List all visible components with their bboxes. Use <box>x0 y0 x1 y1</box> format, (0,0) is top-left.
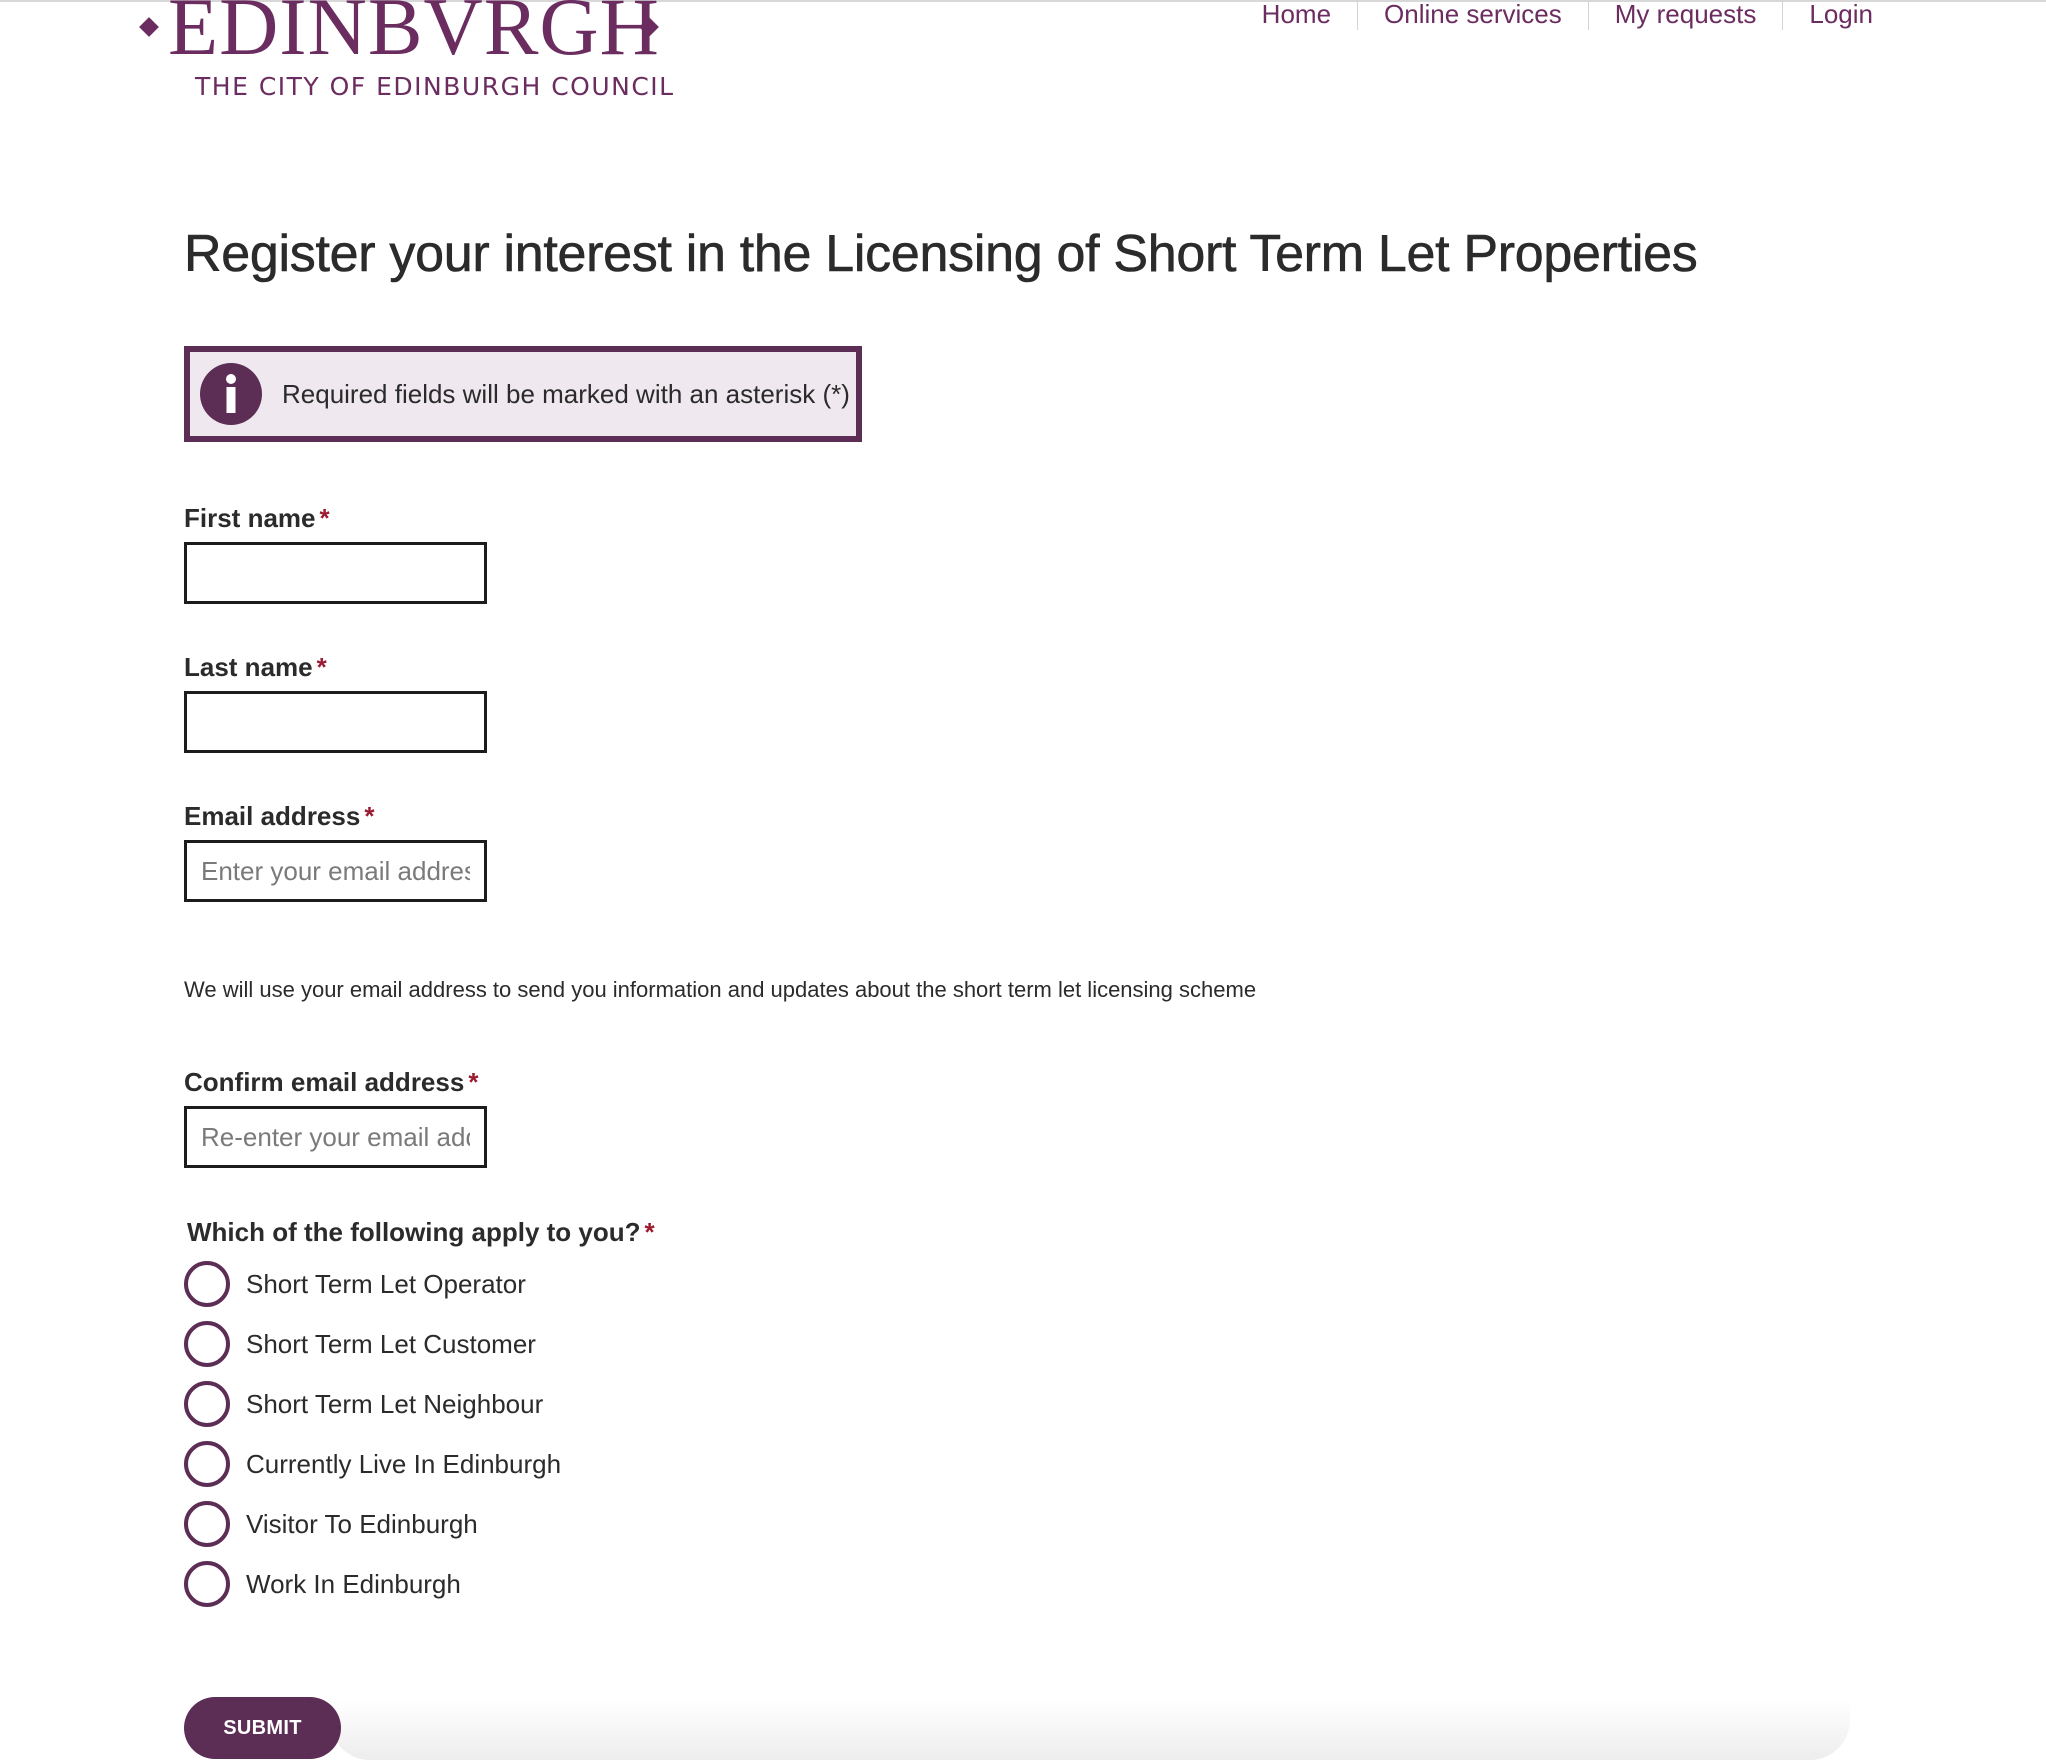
radio-label: Short Term Let Neighbour <box>246 1388 544 1419</box>
radio-option-neighbour[interactable]: Short Term Let Neighbour <box>184 1381 543 1427</box>
logo-council-name: THE CITY OF EDINBURGH COUNCIL <box>195 72 675 101</box>
info-icon <box>200 363 262 425</box>
first-name-label-text: First name <box>184 503 316 533</box>
logo-wordmark: EDINBVRGH <box>168 0 660 72</box>
radio-label: Visitor To Edinburgh <box>246 1508 478 1539</box>
nav-my-requests-link[interactable]: My requests <box>1587 0 1783 30</box>
council-logo[interactable]: EDINBVRGH THE CITY OF EDINBURGH COUNCIL <box>138 0 673 110</box>
submit-button[interactable]: SUBMIT <box>184 1697 341 1759</box>
nav-home-link[interactable]: Home <box>1262 0 1357 30</box>
radio-label: Work In Edinburgh <box>246 1568 461 1599</box>
radio-button[interactable] <box>184 1321 230 1367</box>
required-fields-notice: Required fields will be marked with an a… <box>184 346 862 442</box>
radio-button[interactable] <box>184 1561 230 1607</box>
page-title: Register your interest in the Licensing … <box>184 225 1698 284</box>
radio-option-work-in-edinburgh[interactable]: Work In Edinburgh <box>184 1561 461 1607</box>
bottom-shadow <box>330 1700 1850 1760</box>
confirm-email-label: Confirm email address * <box>184 1066 478 1098</box>
info-message: Required fields will be marked with an a… <box>282 378 850 409</box>
applies-question-label: Which of the following apply to you? * <box>187 1216 655 1248</box>
required-asterisk: * <box>364 801 375 831</box>
confirm-email-label-text: Confirm email address <box>184 1067 465 1097</box>
last-name-input[interactable] <box>184 691 487 753</box>
radio-label: Short Term Let Customer <box>246 1328 536 1359</box>
email-help-text: We will use your email address to send y… <box>184 977 1257 1002</box>
logo-diamond-left-icon <box>139 17 159 37</box>
nav-login-link[interactable]: Login <box>1782 0 1873 30</box>
first-name-label: First name * <box>184 502 330 534</box>
email-label-text: Email address <box>184 801 361 831</box>
radio-button[interactable] <box>184 1261 230 1307</box>
radio-option-visitor[interactable]: Visitor To Edinburgh <box>184 1501 478 1547</box>
radio-option-operator[interactable]: Short Term Let Operator <box>184 1261 526 1307</box>
radio-label: Short Term Let Operator <box>246 1268 526 1299</box>
required-asterisk: * <box>468 1067 479 1097</box>
radio-option-customer[interactable]: Short Term Let Customer <box>184 1321 536 1367</box>
first-name-input[interactable] <box>184 542 487 604</box>
radio-label: Currently Live In Edinburgh <box>246 1448 562 1479</box>
radio-button[interactable] <box>184 1381 230 1427</box>
top-navigation: Home Online services My requests Login <box>1262 0 1873 32</box>
radio-option-live-in-edinburgh[interactable]: Currently Live In Edinburgh <box>184 1441 561 1487</box>
required-asterisk: * <box>319 503 330 533</box>
email-input[interactable] <box>184 840 487 902</box>
last-name-label-text: Last name <box>184 652 313 682</box>
confirm-email-input[interactable] <box>184 1106 487 1168</box>
nav-online-services-link[interactable]: Online services <box>1357 0 1588 30</box>
required-asterisk: * <box>316 652 327 682</box>
applies-question-text: Which of the following apply to you? <box>187 1217 641 1247</box>
email-label: Email address * <box>184 800 374 832</box>
required-asterisk: * <box>644 1217 655 1247</box>
radio-button[interactable] <box>184 1501 230 1547</box>
last-name-label: Last name * <box>184 651 327 683</box>
radio-button[interactable] <box>184 1441 230 1487</box>
